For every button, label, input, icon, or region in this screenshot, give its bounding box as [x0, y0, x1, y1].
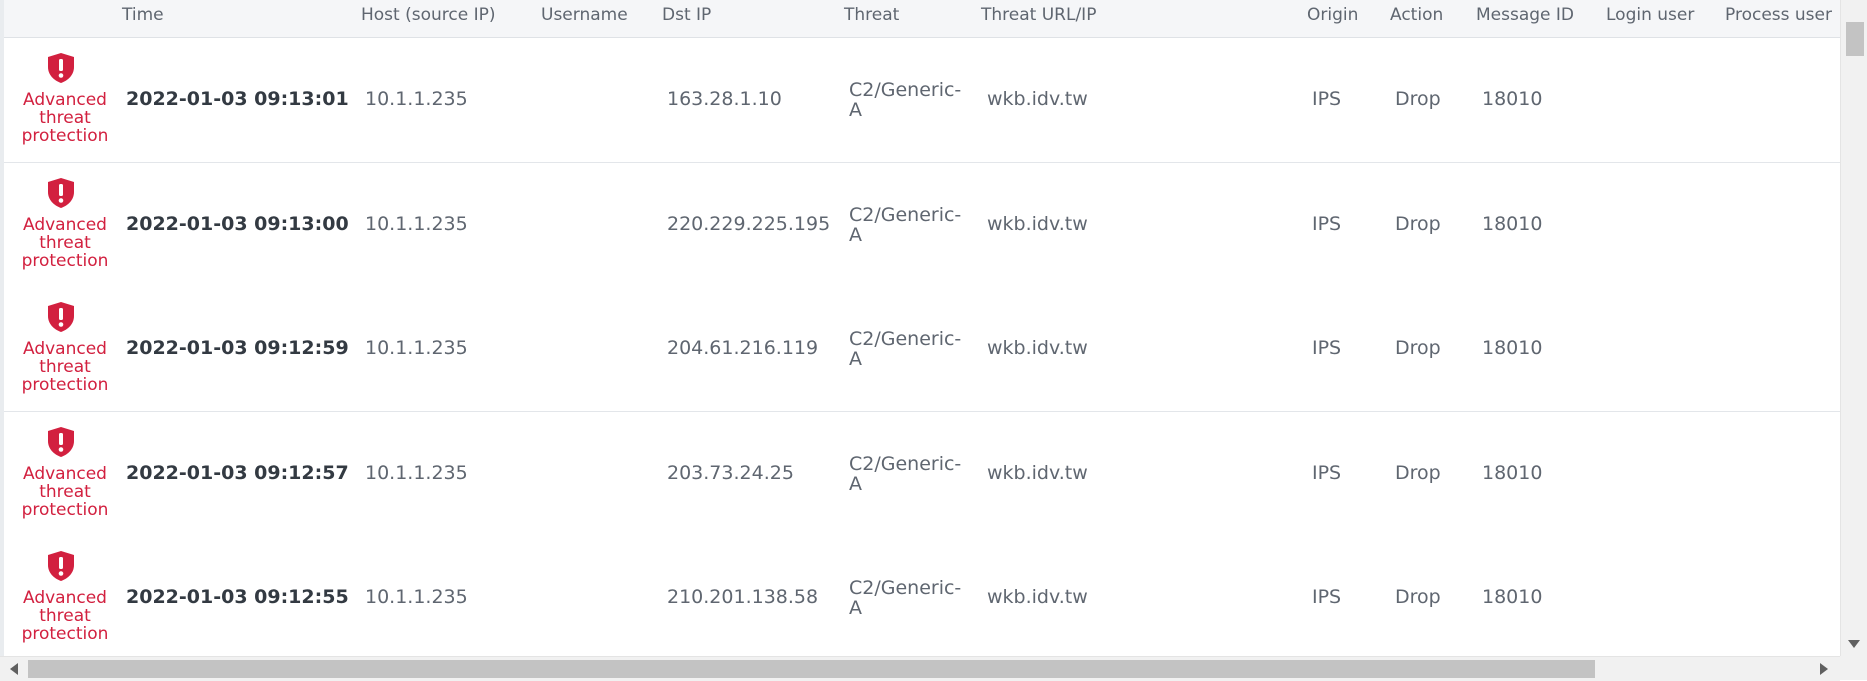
origin-cell: IPS: [1312, 462, 1342, 484]
scroll-down-arrow-icon[interactable]: [1848, 640, 1860, 648]
message-id-cell: 18010: [1482, 586, 1543, 608]
action-cell: Drop: [1395, 213, 1441, 235]
message-id-cell: 18010: [1482, 88, 1543, 110]
table-row[interactable]: Advanced threat protection 2022-01-03 09:…: [4, 163, 1844, 288]
table-row[interactable]: Advanced threat protection 2022-01-03 09:…: [4, 536, 1844, 656]
shield-alert-icon: [48, 551, 74, 581]
category-label: Advanced threat protection: [21, 90, 109, 146]
message-id-cell: 18010: [1482, 213, 1543, 235]
host-cell: 10.1.1.235: [365, 586, 468, 608]
time-cell: 2022-01-03 09:13:01: [126, 88, 349, 110]
threat-url-cell: wkb.idv.tw: [987, 213, 1088, 235]
threat-cell: C2/Generic-A: [849, 577, 962, 619]
column-header-host[interactable]: Host (source IP): [361, 5, 496, 25]
action-cell: Drop: [1395, 462, 1441, 484]
column-header-action[interactable]: Action: [1390, 5, 1443, 25]
host-cell: 10.1.1.235: [365, 88, 468, 110]
column-header-process-user[interactable]: Process user: [1725, 5, 1832, 25]
column-header-message-id[interactable]: Message ID: [1476, 5, 1574, 25]
threat-cell: C2/Generic-A: [849, 328, 962, 370]
message-id-cell: 18010: [1482, 337, 1543, 359]
vertical-scrollbar[interactable]: [1840, 0, 1867, 656]
vertical-scroll-thumb[interactable]: [1846, 22, 1864, 56]
column-header-threat[interactable]: Threat: [844, 5, 899, 25]
horizontal-scroll-thumb[interactable]: [28, 660, 1595, 678]
threat-cell: C2/Generic-A: [849, 204, 962, 246]
action-cell: Drop: [1395, 88, 1441, 110]
category-label: Advanced threat protection: [21, 215, 109, 271]
threat-cell: C2/Generic-A: [849, 453, 962, 495]
time-cell: 2022-01-03 09:13:00: [126, 213, 349, 235]
table-row[interactable]: Advanced threat protection 2022-01-03 09:…: [4, 412, 1844, 537]
threat-url-cell: wkb.idv.tw: [987, 462, 1088, 484]
table-row[interactable]: Advanced threat protection 2022-01-03 09:…: [4, 38, 1844, 163]
table-header: Time Host (source IP) Username Dst IP Th…: [4, 0, 1844, 38]
time-cell: 2022-01-03 09:12:59: [126, 337, 349, 359]
threat-cell: C2/Generic-A: [849, 79, 962, 121]
threat-url-cell: wkb.idv.tw: [987, 88, 1088, 110]
origin-cell: IPS: [1312, 586, 1342, 608]
time-cell: 2022-01-03 09:12:55: [126, 586, 349, 608]
shield-alert-icon: [48, 427, 74, 457]
dst-ip-cell: 203.73.24.25: [667, 462, 794, 484]
column-header-dst-ip[interactable]: Dst IP: [662, 5, 711, 25]
time-cell: 2022-01-03 09:12:57: [126, 462, 349, 484]
table-row[interactable]: Advanced threat protection 2022-01-03 09:…: [4, 287, 1844, 412]
dst-ip-cell: 220.229.225.195: [667, 213, 831, 235]
column-header-threat-url[interactable]: Threat URL/IP: [981, 5, 1096, 25]
column-header-login-user[interactable]: Login user: [1606, 5, 1694, 25]
threat-url-cell: wkb.idv.tw: [987, 337, 1088, 359]
horizontal-scrollbar[interactable]: [0, 656, 1840, 681]
dst-ip-cell: 210.201.138.58: [667, 586, 819, 608]
host-cell: 10.1.1.235: [365, 462, 468, 484]
scrollbar-corner: [1840, 656, 1867, 680]
shield-alert-icon: [48, 53, 74, 83]
dst-ip-cell: 163.28.1.10: [667, 88, 782, 110]
log-table: Time Host (source IP) Username Dst IP Th…: [0, 0, 1844, 656]
host-cell: 10.1.1.235: [365, 337, 468, 359]
category-label: Advanced threat protection: [21, 464, 109, 520]
message-id-cell: 18010: [1482, 462, 1543, 484]
action-cell: Drop: [1395, 337, 1441, 359]
origin-cell: IPS: [1312, 88, 1342, 110]
shield-alert-icon: [48, 178, 74, 208]
column-header-time[interactable]: Time: [122, 5, 164, 25]
action-cell: Drop: [1395, 586, 1441, 608]
column-header-origin[interactable]: Origin: [1307, 5, 1358, 25]
dst-ip-cell: 204.61.216.119: [667, 337, 819, 359]
category-label: Advanced threat protection: [21, 339, 109, 395]
origin-cell: IPS: [1312, 213, 1342, 235]
scroll-left-arrow-icon[interactable]: [10, 663, 18, 675]
threat-url-cell: wkb.idv.tw: [987, 586, 1088, 608]
column-header-username[interactable]: Username: [541, 5, 628, 25]
shield-alert-icon: [48, 302, 74, 332]
host-cell: 10.1.1.235: [365, 213, 468, 235]
category-label: Advanced threat protection: [21, 588, 109, 644]
origin-cell: IPS: [1312, 337, 1342, 359]
scroll-right-arrow-icon[interactable]: [1820, 663, 1828, 675]
